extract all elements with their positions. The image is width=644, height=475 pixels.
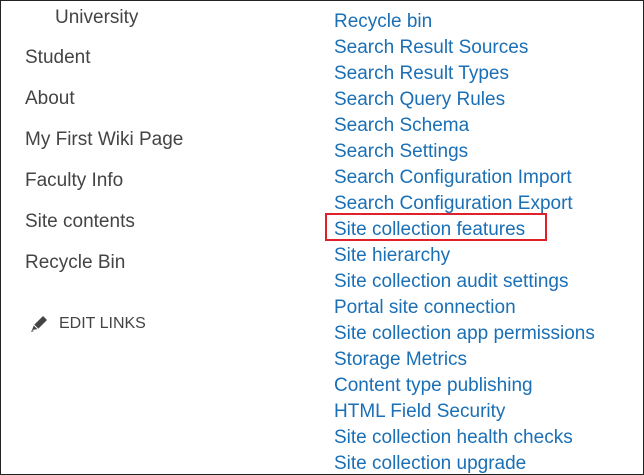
link-search-settings[interactable]: Search Settings [334, 141, 468, 163]
edit-links-label: EDIT LINKS [59, 315, 146, 332]
link-recycle-bin[interactable]: Recycle bin [334, 11, 432, 33]
screenshot-frame: University Student About My First Wiki P… [0, 0, 644, 475]
link-content-type-publishing[interactable]: Content type publishing [334, 375, 533, 397]
link-search-result-sources[interactable]: Search Result Sources [334, 37, 528, 59]
nav-item-recycle-bin[interactable]: Recycle Bin [25, 252, 125, 274]
link-site-collection-upgrade[interactable]: Site collection upgrade [334, 453, 526, 474]
highlight-box [325, 213, 547, 241]
link-search-configuration-import[interactable]: Search Configuration Import [334, 167, 572, 189]
link-html-field-security[interactable]: HTML Field Security [334, 401, 505, 423]
link-search-configuration-export[interactable]: Search Configuration Export [334, 193, 573, 215]
link-site-collection-health-checks[interactable]: Site collection health checks [334, 427, 573, 449]
link-search-query-rules[interactable]: Search Query Rules [334, 89, 505, 111]
pencil-icon [28, 314, 50, 334]
link-site-collection-audit-settings[interactable]: Site collection audit settings [334, 271, 568, 293]
nav-item-site-contents[interactable]: Site contents [25, 211, 135, 233]
link-storage-metrics[interactable]: Storage Metrics [334, 349, 467, 371]
link-search-schema[interactable]: Search Schema [334, 115, 469, 137]
link-portal-site-connection[interactable]: Portal site connection [334, 297, 516, 319]
nav-item-student[interactable]: Student [25, 47, 91, 69]
link-search-result-types[interactable]: Search Result Types [334, 63, 509, 85]
nav-item-university[interactable]: University [55, 7, 138, 29]
link-site-collection-app-permissions[interactable]: Site collection app permissions [334, 323, 595, 345]
edit-links-button[interactable]: EDIT LINKS [28, 314, 146, 334]
nav-item-faculty-info[interactable]: Faculty Info [25, 170, 123, 192]
nav-item-my-first-wiki-page[interactable]: My First Wiki Page [25, 129, 183, 151]
link-site-hierarchy[interactable]: Site hierarchy [334, 245, 450, 267]
nav-item-about[interactable]: About [25, 88, 75, 110]
